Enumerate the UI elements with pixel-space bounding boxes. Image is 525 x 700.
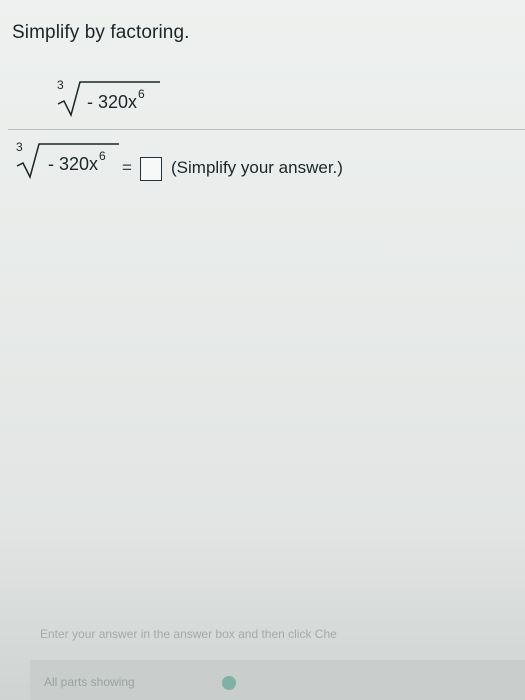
radicand-exponent: 6 bbox=[99, 149, 106, 163]
radicand-text: - 320x bbox=[87, 92, 138, 112]
equals-sign: = bbox=[122, 158, 132, 177]
problem-expression: 3 - 320x6 bbox=[55, 78, 175, 118]
parts-status: All parts showing bbox=[44, 675, 135, 689]
problem-instruction: Simplify by factoring. bbox=[12, 22, 190, 43]
radicand-exponent: 6 bbox=[138, 87, 145, 101]
simplify-hint: (Simplify your answer.) bbox=[171, 158, 343, 177]
problem-screen: Simplify by factoring. 3 - 320x6 3 - 320… bbox=[0, 0, 525, 700]
radicand: - 320x6 bbox=[87, 87, 145, 113]
help-text: Enter your answer in the answer box and … bbox=[40, 627, 337, 641]
answer-input[interactable] bbox=[140, 157, 162, 181]
section-divider bbox=[8, 129, 525, 130]
radicand-text: - 320x bbox=[48, 154, 99, 174]
status-dot-icon[interactable] bbox=[222, 676, 236, 690]
answer-expression: 3 - 320x6 bbox=[14, 140, 134, 180]
radicand: - 320x6 bbox=[48, 149, 106, 175]
